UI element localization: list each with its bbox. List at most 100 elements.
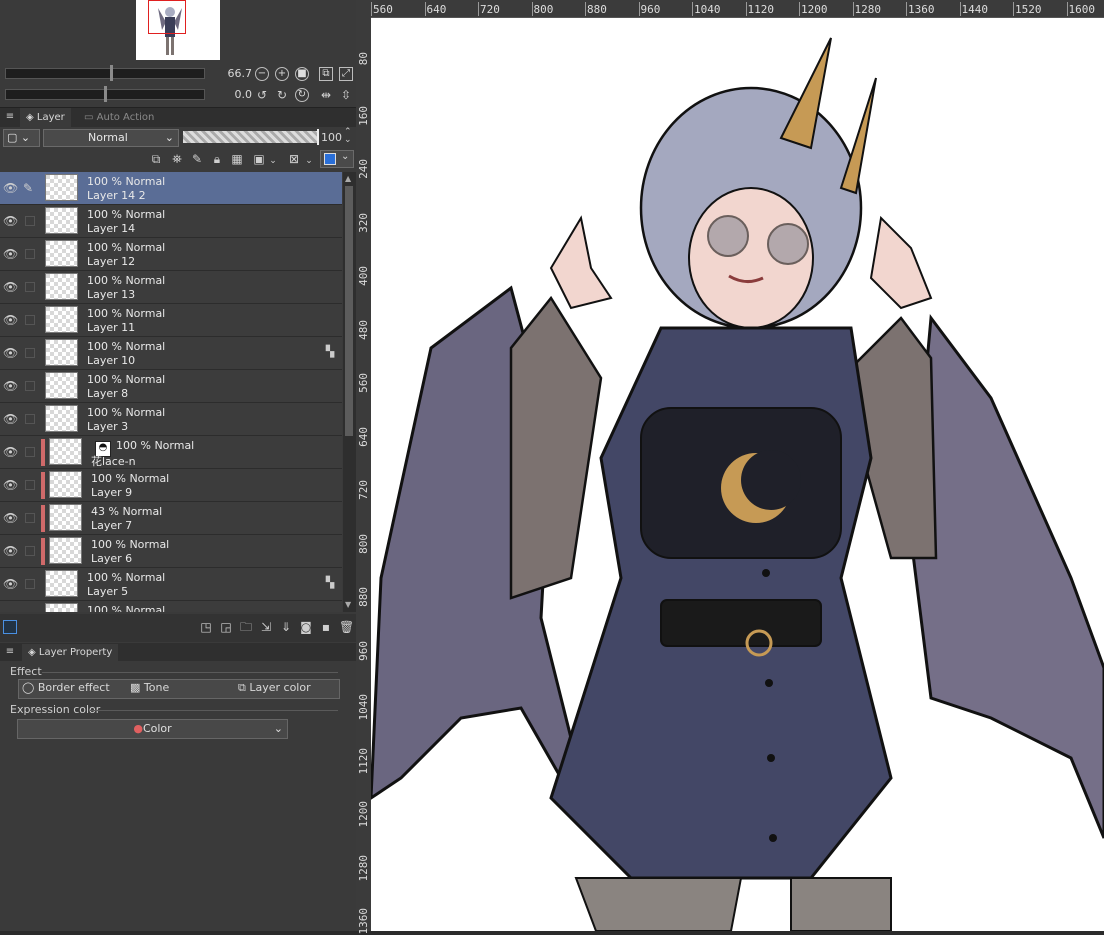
eye-icon[interactable]: 👁︎ (3, 577, 18, 591)
ruler-enable-icon[interactable]: ⊠ (287, 152, 301, 166)
draft-layer-icon[interactable]: ✎ (190, 152, 204, 166)
layer-lock-toggle[interactable] (25, 348, 35, 358)
layer-row[interactable]: 👁︎ 100 % Normal (0, 601, 342, 612)
apply-mask-icon[interactable]: ▪ (319, 620, 333, 634)
canvas[interactable] (371, 18, 1104, 931)
eye-icon[interactable]: 👁︎ (3, 478, 18, 492)
layer-list-mode-icon[interactable] (3, 620, 17, 634)
actual-size-icon[interactable]: ■ (295, 67, 309, 81)
chevron-down-icon[interactable]: ⌄ (302, 154, 316, 168)
flip-vertical-icon[interactable]: ⇳ (339, 88, 353, 102)
zoom-slider[interactable] (5, 68, 205, 79)
new-folder-icon[interactable]: 🗀︎ (239, 620, 253, 634)
scroll-down-icon[interactable]: ▼ (345, 600, 351, 609)
layer-lock-toggle[interactable] (25, 447, 35, 457)
scroll-up-icon[interactable]: ▲ (345, 174, 351, 183)
layer-lock-toggle[interactable] (25, 216, 35, 226)
eye-icon[interactable]: 👁︎ (3, 544, 18, 558)
eye-icon[interactable]: 👁︎ (3, 412, 18, 426)
ruler-tick (531, 2, 533, 16)
eye-icon[interactable]: 👁︎ (3, 379, 18, 393)
expression-color-dropdown[interactable]: ●Color ⌄ (17, 719, 288, 739)
zoom-in-icon[interactable]: + (275, 67, 289, 81)
layer-row[interactable]: 👁︎ 100 % Normal Layer 9 (0, 469, 342, 502)
new-raster-layer-icon[interactable]: ◳ (199, 620, 213, 634)
ruler-tick (424, 2, 426, 16)
reference-layer-icon[interactable]: ⛯ (170, 152, 184, 166)
layer-lock-toggle[interactable] (25, 282, 35, 292)
mask-enable-icon[interactable]: ▣ (252, 152, 266, 166)
layer-color-swatch-dropdown[interactable]: ⌄ (320, 150, 354, 168)
ruler-tick-label: 80 (357, 52, 370, 66)
lock-icon[interactable]: 🔒︎ (210, 152, 224, 166)
layer-thumbnail (49, 471, 82, 498)
layer-lock-toggle[interactable] (25, 414, 35, 424)
blend-mode-dropdown[interactable]: Normal ⌄ (43, 129, 179, 147)
tab-layer-property[interactable]: ◈ Layer Property (22, 644, 119, 661)
eye-icon[interactable]: 👁︎ (3, 280, 18, 294)
rotate-left-icon[interactable]: ↺ (255, 88, 269, 102)
layer-name: Layer 8 (87, 387, 129, 400)
lock-transparency-icon[interactable]: ▦ (230, 152, 244, 166)
eye-icon[interactable]: 👁︎ (3, 313, 18, 327)
layer-color-dropdown[interactable]: ▢ ⌄ (3, 129, 40, 147)
layer-row[interactable]: 👁︎ 100 % Normal Layer 11 (0, 304, 342, 337)
rotate-right-icon[interactable]: ↻ (275, 88, 289, 102)
opacity-stepper[interactable]: ⌃ ⌄ (344, 128, 352, 145)
layer-row[interactable]: 👁︎ ◓ 100 % Normal 花lace-n (0, 436, 342, 469)
layer-row[interactable]: 👁︎ 100 % Normal Layer 13 (0, 271, 342, 304)
layer-row[interactable]: 👁︎ 100 % Normal Layer 3 (0, 403, 342, 436)
rotate-slider-knob[interactable] (104, 86, 107, 102)
eye-icon[interactable]: 👁︎ (3, 214, 18, 228)
layer-row[interactable]: 👁︎ 100 % Normal Layer 10 ▚ (0, 337, 342, 370)
fit-window-icon[interactable]: ⧉ (319, 67, 333, 81)
layer-opacity-mode: 100 % Normal (87, 208, 166, 221)
panel-menu-icon[interactable]: ≡ (3, 110, 17, 124)
layer-color-button[interactable]: ⧉ Layer color (238, 681, 311, 695)
clip-layer-icon[interactable]: ⧉ (149, 152, 163, 166)
zoom-out-icon[interactable]: − (255, 67, 269, 81)
eye-icon[interactable]: 👁︎ (3, 247, 18, 261)
panel-menu-icon[interactable]: ≡ (3, 645, 17, 659)
eye-icon[interactable]: 👁︎ (3, 610, 18, 612)
reset-rotation-icon[interactable]: ↻ (295, 88, 309, 102)
tab-auto-action[interactable]: ▭ Auto Action (78, 108, 160, 128)
navigator-view-rect[interactable] (148, 0, 186, 34)
layer-lock-toggle[interactable] (25, 546, 35, 556)
layer-lock-toggle[interactable] (25, 249, 35, 259)
opacity-slider[interactable] (183, 131, 318, 143)
layer-row[interactable]: 👁︎ 100 % Normal Layer 14 (0, 205, 342, 238)
combine-lower-icon[interactable]: ⇓ (279, 620, 293, 634)
layer-row[interactable]: 👁︎ 100 % Normal Layer 6 (0, 535, 342, 568)
layer-row[interactable]: 👁︎ 100 % Normal Layer 12 (0, 238, 342, 271)
layer-lock-toggle[interactable] (25, 513, 35, 523)
create-mask-icon[interactable]: ◙ (299, 620, 313, 634)
layer-list-scroll-thumb[interactable] (345, 186, 353, 436)
layer-row[interactable]: 👁︎ 100 % Normal Layer 8 (0, 370, 342, 403)
ruler-tick-label: 320 (357, 212, 370, 233)
layer-lock-toggle[interactable] (25, 480, 35, 490)
eye-icon[interactable]: 👁︎ (3, 511, 18, 525)
border-effect-button[interactable]: ◯ Border effect (22, 681, 110, 694)
layer-row[interactable]: 👁︎ ✎ 100 % Normal Layer 14 2 (0, 172, 342, 205)
layer-lock-toggle[interactable] (25, 381, 35, 391)
eye-icon[interactable]: 👁︎ (3, 346, 18, 360)
eye-icon[interactable]: 👁︎ (3, 445, 18, 459)
tab-layer[interactable]: ◈ Layer (20, 108, 71, 128)
trash-icon[interactable]: 🗑︎ (339, 620, 354, 634)
layer-opacity-mode: 100 % Normal (91, 472, 170, 485)
eye-icon[interactable]: 👁︎ (3, 181, 18, 195)
zoom-slider-knob[interactable] (110, 65, 113, 81)
chevron-down-icon[interactable]: ⌄ (266, 154, 280, 168)
transfer-to-lower-icon[interactable]: ⇲ (259, 620, 273, 634)
layer-opacity-mode: 100 % Normal (87, 241, 166, 254)
ruler-tick-label: 1120 (747, 3, 775, 16)
fit-navigator-icon[interactable]: ⤢ (339, 67, 353, 81)
new-vector-layer-icon[interactable]: ◲ (219, 620, 233, 634)
tone-button[interactable]: ▩ Tone (130, 681, 169, 694)
layer-lock-toggle[interactable] (25, 315, 35, 325)
flip-horizontal-icon[interactable]: ⇹ (319, 88, 333, 102)
layer-row[interactable]: 👁︎ 43 % Normal Layer 7 (0, 502, 342, 535)
layer-row[interactable]: 👁︎ 100 % Normal Layer 5 ▚ (0, 568, 342, 601)
layer-lock-toggle[interactable] (25, 579, 35, 589)
